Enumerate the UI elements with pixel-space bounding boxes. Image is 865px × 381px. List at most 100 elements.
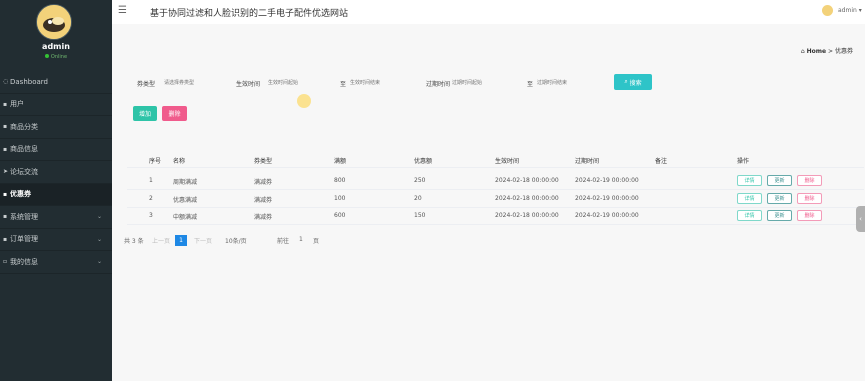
menu-toggle-icon[interactable]: ☰ — [118, 5, 127, 16]
table-cell: 2024-02-19 00:00:00 — [575, 177, 639, 184]
column-header[interactable]: 满额 — [334, 156, 346, 165]
end-time-from-input[interactable] — [452, 77, 512, 88]
delete-button[interactable]: 删除 — [162, 106, 187, 121]
end-time-to-input[interactable] — [537, 77, 597, 88]
chevron-down-icon: ⌄ — [96, 235, 102, 243]
column-header[interactable]: 操作 — [737, 156, 749, 165]
table-cell: 20 — [414, 194, 422, 202]
menu-item-icon: ▪ — [3, 145, 8, 153]
sidebar-item-label: 论坛交流 — [10, 167, 38, 176]
row-detail-button[interactable]: 详情 — [737, 175, 762, 186]
sidebar-user-name: admin — [42, 42, 70, 51]
chevron-down-icon: ⌄ — [96, 258, 102, 266]
menu-item-icon: ▫ — [3, 258, 8, 266]
row-detail-button[interactable]: 详情 — [737, 192, 762, 204]
column-header[interactable]: 券类型 — [254, 156, 272, 165]
menu-item-icon: ▪ — [3, 190, 8, 198]
row-delete-button[interactable]: 删除 — [797, 175, 822, 186]
table-cell: 800 — [334, 177, 346, 184]
sidebar-item-label: 用户 — [10, 100, 24, 109]
breadcrumb: ⌂ Home > 优惠券 — [801, 46, 853, 55]
sidebar: admin Online ◌ Dashboard ▪ 用户 ▪ 商品分类 ▪ 商品信息 ➤ 论坛交… — [0, 0, 112, 381]
sidebar-item[interactable]: ➤ 论坛交流 — [0, 161, 112, 184]
goto-input[interactable]: 1 — [299, 236, 303, 243]
page-size-select[interactable]: 10条/页 — [225, 236, 247, 245]
sidebar-item[interactable]: ▪ 优惠券 — [0, 183, 112, 206]
total-count: 共 3 条 — [124, 238, 144, 245]
chevron-down-icon: ⌄ — [96, 213, 102, 221]
sidebar-item-label: Dashboard — [10, 77, 48, 86]
table-cell: 100 — [334, 194, 346, 202]
start-time-separator: 至 — [340, 81, 347, 88]
coupon-type-label: 券类型 — [137, 81, 156, 88]
mouse-cursor-highlight — [297, 94, 311, 108]
table-cell: 3 — [149, 212, 153, 219]
sidebar-item-label: 订单管理 — [10, 235, 38, 244]
column-header[interactable]: 生效时间 — [495, 156, 519, 165]
table-cell: 优惠满减 — [173, 196, 198, 204]
row-edit-button[interactable]: 更新 — [767, 175, 792, 186]
add-button[interactable]: 增加 — [133, 106, 157, 121]
chevron-left-icon: ‹ — [859, 215, 862, 223]
table-cell: 600 — [334, 212, 346, 219]
table-cell: 150 — [414, 212, 426, 219]
top-bar: ☰ 基于协同过滤和人脸识别的二手电子配件优选网站 admin ▾ — [112, 0, 865, 24]
row-edit-button[interactable]: 更新 — [767, 192, 792, 204]
header-divider — [127, 167, 864, 168]
search-button[interactable]: ⌕ 搜索 — [614, 74, 652, 90]
breadcrumb-current: 优惠券 — [834, 48, 853, 55]
end-time-label: 过期时间 — [426, 81, 451, 88]
next-page-button[interactable]: 下一页 — [194, 236, 212, 245]
table-cell: 2024-02-18 00:00:00 — [495, 212, 559, 219]
user-status-text: Online — [50, 54, 68, 60]
sidebar-item[interactable]: ◌ Dashboard — [0, 71, 112, 94]
online-dot-icon — [44, 54, 49, 58]
row-delete-button[interactable]: 删除 — [797, 192, 822, 204]
coupon-type-select[interactable] — [164, 77, 224, 88]
start-time-to-input[interactable] — [350, 77, 410, 88]
table-cell: 2024-02-18 00:00:00 — [495, 194, 559, 202]
goto-label: 前往 — [277, 238, 290, 245]
sidebar-item-label: 我的信息 — [10, 257, 38, 266]
row-detail-button[interactable]: 详情 — [737, 210, 762, 221]
table-cell: 中额满减 — [173, 214, 198, 221]
top-avatar[interactable] — [822, 5, 833, 16]
breadcrumb-separator: > — [828, 48, 834, 55]
row-delete-button[interactable]: 删除 — [797, 210, 822, 221]
column-header[interactable]: 备注 — [655, 156, 667, 165]
column-header[interactable]: 优惠额 — [414, 156, 432, 165]
row-divider — [127, 206, 864, 208]
user-menu[interactable]: admin ▾ — [838, 7, 862, 14]
page-title: 基于协同过滤和人脸识别的二手电子配件优选网站 — [150, 9, 349, 19]
sidebar-item[interactable]: ▪ 用户 — [0, 94, 112, 116]
sidebar-item[interactable]: ▫ 我的信息 ⌄ — [0, 251, 112, 274]
menu-item-icon: ▪ — [3, 235, 8, 243]
column-header[interactable]: 序号 — [149, 156, 161, 165]
sidebar-item-label: 系统管理 — [10, 212, 38, 221]
menu-item-icon: ◌ — [3, 78, 9, 86]
table-cell: 1 — [149, 177, 153, 184]
column-header[interactable]: 过期时间 — [575, 156, 599, 165]
sidebar-item[interactable]: ▪ 商品分类 — [0, 116, 112, 139]
prev-page-button[interactable]: 上一页 — [152, 236, 170, 245]
page-unit-label: 页 — [313, 238, 320, 245]
table-cell: 周期满减 — [173, 179, 198, 186]
table-cell: 满减券 — [254, 179, 273, 186]
column-header[interactable]: 名称 — [173, 156, 185, 165]
sidebar-item[interactable]: ▪ 订单管理 ⌄ — [0, 229, 112, 251]
start-time-from-input[interactable] — [268, 77, 328, 88]
row-divider — [127, 224, 864, 225]
sidebar-item[interactable]: ▪ 商品信息 — [0, 139, 112, 161]
end-time-separator: 至 — [527, 81, 534, 88]
menu-item-icon: ▪ — [3, 213, 8, 221]
avatar[interactable] — [36, 4, 72, 40]
sidebar-item[interactable]: ▪ 系统管理 ⌄ — [0, 206, 112, 229]
breadcrumb-home[interactable]: Home — [807, 48, 826, 55]
sidebar-item-label: 优惠券 — [10, 190, 31, 199]
side-panel-toggle[interactable]: ‹ — [856, 206, 865, 232]
table-cell: 2 — [149, 194, 153, 202]
table-cell: 满减券 — [254, 196, 273, 204]
search-button-label: 搜索 — [629, 79, 642, 87]
row-edit-button[interactable]: 更新 — [767, 210, 792, 221]
page-number-current[interactable]: 1 — [175, 235, 187, 246]
